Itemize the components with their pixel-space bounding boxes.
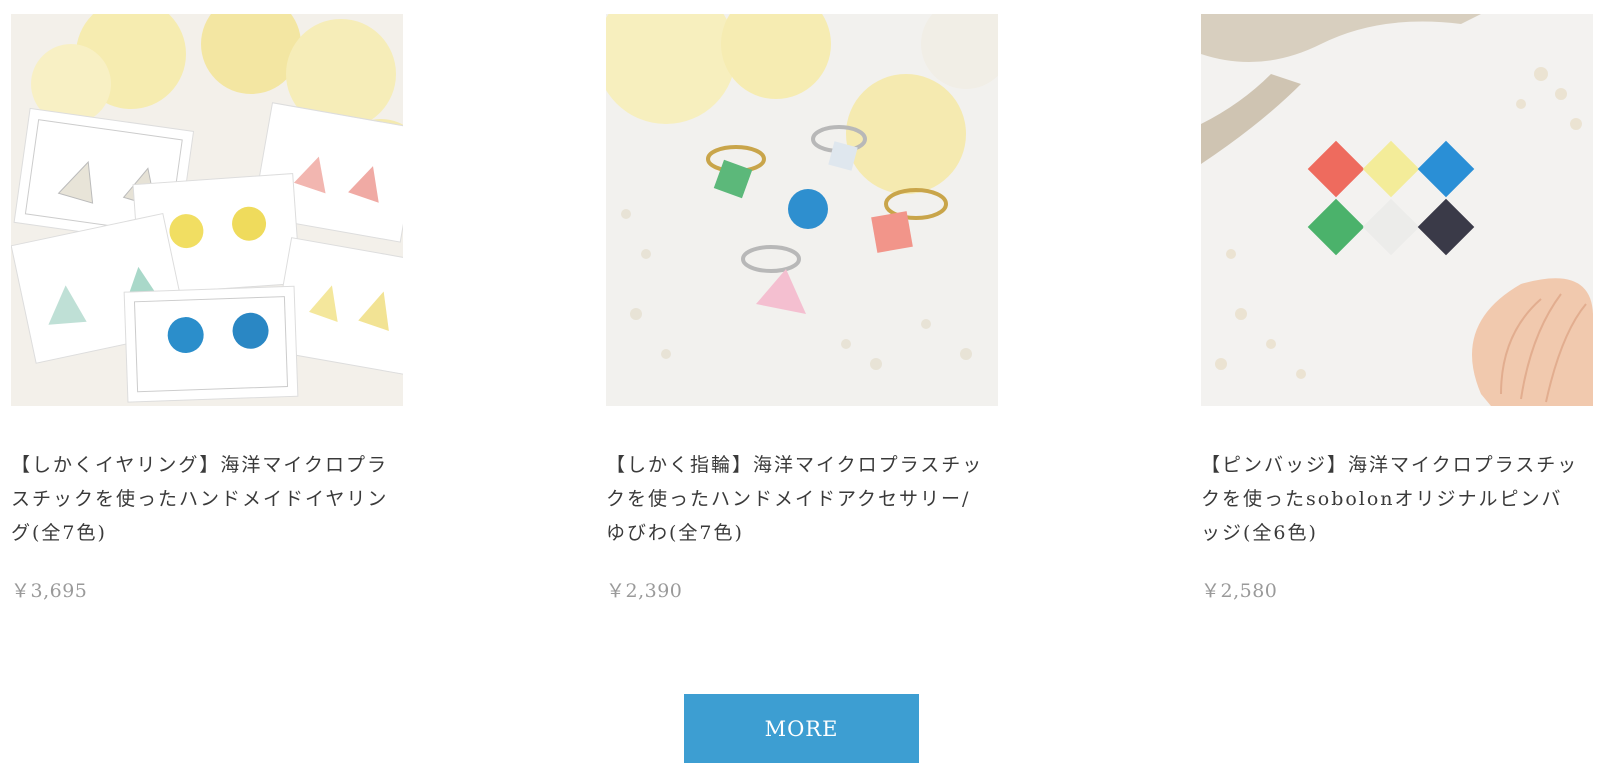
product-image-earrings[interactable]	[11, 14, 403, 406]
product-card-earrings[interactable]: 【しかくイヤリング】海洋マイクロプラスチックを使ったハンドメイドイヤリング(全7…	[11, 14, 403, 603]
product-grid: 【しかくイヤリング】海洋マイクロプラスチックを使ったハンドメイドイヤリング(全7…	[0, 0, 1604, 773]
product-price: ￥2,390	[606, 580, 683, 602]
earrings-photo-icon	[11, 14, 403, 406]
pin-badges-photo-icon	[1201, 14, 1593, 406]
product-card-pin-badges[interactable]: 【ピンバッジ】海洋マイクロプラスチックを使ったsobolonオリジナルピンバッジ…	[1201, 14, 1593, 603]
product-image-pin-badges[interactable]	[1201, 14, 1593, 406]
product-card-rings[interactable]: 【しかく指輪】海洋マイクロプラスチックを使ったハンドメイドアクセサリー/ゆびわ(…	[606, 14, 998, 603]
product-title[interactable]: 【しかく指輪】海洋マイクロプラスチックを使ったハンドメイドアクセサリー/ゆびわ(…	[606, 448, 986, 550]
product-image-rings[interactable]	[606, 14, 998, 406]
more-button[interactable]: MORE	[684, 694, 919, 763]
rings-photo-icon	[606, 14, 998, 406]
product-price: ￥2,580	[1201, 580, 1278, 602]
product-title[interactable]: 【しかくイヤリング】海洋マイクロプラスチックを使ったハンドメイドイヤリング(全7…	[11, 448, 391, 550]
product-title[interactable]: 【ピンバッジ】海洋マイクロプラスチックを使ったsobolonオリジナルピンバッジ…	[1201, 448, 1581, 550]
product-price: ￥3,695	[11, 580, 88, 602]
